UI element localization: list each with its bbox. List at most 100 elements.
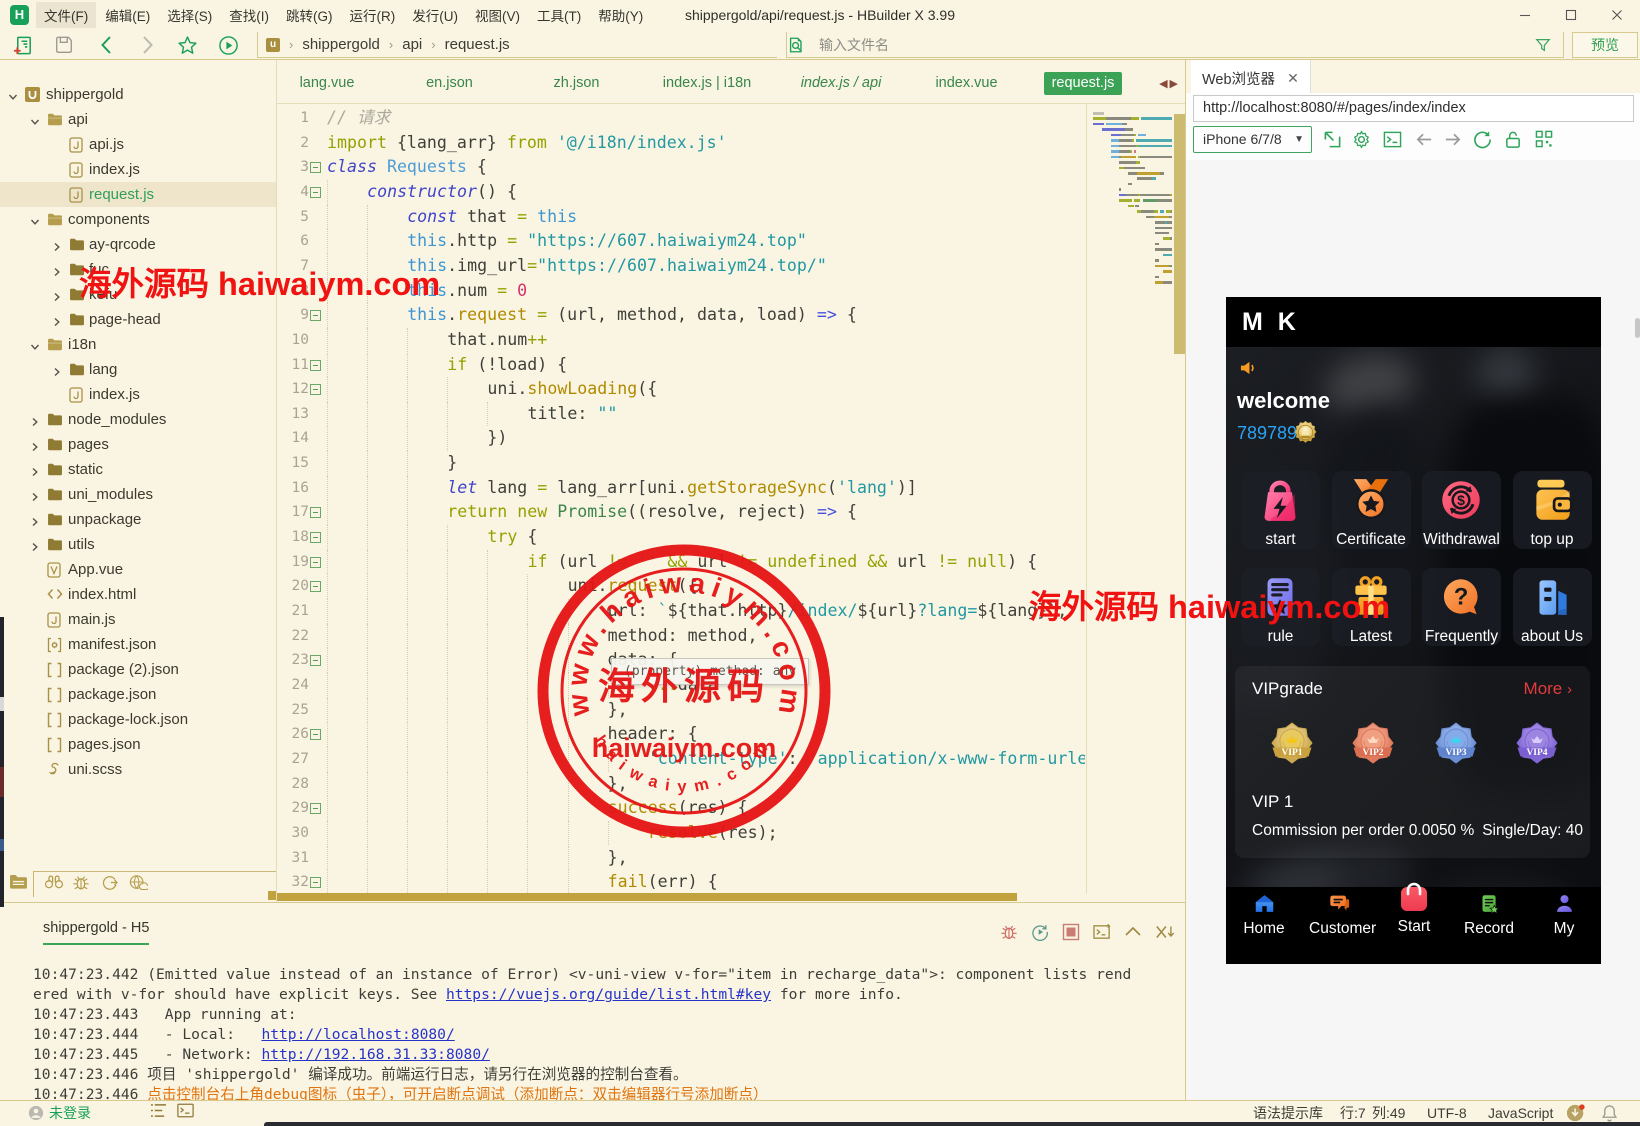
run-button[interactable] bbox=[216, 33, 240, 57]
editor-horizontal-scrollbar[interactable] bbox=[277, 892, 1186, 901]
open-external-icon[interactable] bbox=[1323, 130, 1342, 149]
menu-9[interactable]: 工具(T) bbox=[529, 2, 589, 28]
tree-item-api.js[interactable]: api.js bbox=[0, 132, 276, 157]
browser-tab-close-icon[interactable]: ✕ bbox=[1287, 70, 1299, 87]
breadcrumb-file[interactable]: request.js bbox=[445, 36, 510, 53]
browser-refresh-icon[interactable] bbox=[1473, 130, 1492, 149]
forward-button[interactable] bbox=[135, 33, 159, 57]
console-link[interactable]: https://vuejs.org/guide/list.html#key bbox=[446, 986, 771, 1003]
tree-item-package.json[interactable]: package.json bbox=[0, 682, 276, 707]
tree-item-page-head[interactable]: page-head bbox=[0, 307, 276, 332]
tree-item-unpackage[interactable]: unpackage bbox=[0, 507, 276, 532]
vip-more-link[interactable]: More › bbox=[1524, 679, 1572, 699]
login-status[interactable]: 未登录 bbox=[28, 1101, 91, 1126]
editor-tab-en.json[interactable]: en.json bbox=[412, 72, 487, 95]
nav-Customer[interactable]: Customer bbox=[1309, 893, 1376, 938]
tree-item-index.js[interactable]: index.js bbox=[0, 157, 276, 182]
grid-item-top-up[interactable]: top up bbox=[1512, 471, 1592, 549]
grid-item-Frequently[interactable]: ? Frequently bbox=[1422, 568, 1501, 646]
file-search-input[interactable]: 输入文件名 bbox=[786, 32, 1564, 58]
tree-item-pages.json[interactable]: pages.json bbox=[0, 732, 276, 757]
preview-button[interactable]: 预览 bbox=[1572, 32, 1638, 58]
tree-item-package-lock.json[interactable]: package-lock.json bbox=[0, 707, 276, 732]
console-debug-bug-icon[interactable] bbox=[1000, 923, 1018, 941]
editor-tab-request.js[interactable]: request.js bbox=[1044, 72, 1122, 95]
console-link[interactable]: http://localhost:8080/ bbox=[261, 1026, 454, 1043]
nav-Start[interactable]: Start bbox=[1384, 879, 1444, 936]
editor-tab-index.js___api[interactable]: index.js / api bbox=[791, 72, 891, 95]
qrcode-icon[interactable] bbox=[1535, 130, 1554, 149]
console-link[interactable]: http://192.168.31.33:8080/ bbox=[261, 1046, 489, 1063]
minimap[interactable] bbox=[1086, 104, 1172, 894]
editor-tab-zh.json[interactable]: zh.json bbox=[539, 72, 614, 95]
console-stop-icon[interactable] bbox=[1062, 923, 1080, 941]
menu-3[interactable]: 选择(S) bbox=[159, 2, 220, 28]
grid-item-Withdrawal[interactable]: $ Withdrawal bbox=[1422, 471, 1501, 549]
console-new-terminal-icon[interactable] bbox=[1093, 923, 1111, 941]
search-tab-binoculars-icon[interactable] bbox=[44, 874, 64, 894]
grid-item-about-Us[interactable]: about Us bbox=[1512, 568, 1592, 646]
filter-icon[interactable] bbox=[1535, 37, 1551, 53]
menu-7[interactable]: 发行(U) bbox=[404, 2, 466, 28]
tree-item-shippergold[interactable]: shippergold bbox=[0, 82, 276, 107]
panel-scrollbar-thumb[interactable] bbox=[1635, 318, 1640, 338]
tree-item-static[interactable]: static bbox=[0, 457, 276, 482]
editor-tab-index.js___i18n[interactable]: index.js | i18n bbox=[657, 72, 757, 95]
browser-forward-icon[interactable] bbox=[1443, 130, 1462, 149]
tree-item-package__2_.json[interactable]: package (2).json bbox=[0, 657, 276, 682]
menu-5[interactable]: 跳转(G) bbox=[278, 2, 341, 28]
tab-scroll-left-icon[interactable]: ◀ bbox=[1159, 78, 1169, 90]
minimize-button[interactable] bbox=[1502, 0, 1548, 30]
back-button[interactable] bbox=[95, 33, 119, 57]
nav-My[interactable]: My bbox=[1534, 893, 1594, 938]
editor-tab-index.vue[interactable]: index.vue bbox=[929, 72, 1004, 95]
grid-item-Certificate[interactable]: Certificate bbox=[1331, 471, 1411, 549]
debug-tab-bug-icon[interactable] bbox=[72, 874, 92, 894]
tree-item-uni_modules[interactable]: uni_modules bbox=[0, 482, 276, 507]
tab-scroll-right-icon[interactable]: ▶ bbox=[1170, 78, 1180, 90]
menu-1[interactable]: 文件(F) bbox=[36, 2, 97, 28]
console-tab[interactable]: shippergold - H5 bbox=[43, 920, 150, 945]
explorer-tab-folder-icon[interactable] bbox=[9, 874, 29, 894]
breadcrumb-folder[interactable]: api bbox=[402, 36, 422, 53]
tree-item-uni.scss[interactable]: uni.scss bbox=[0, 757, 276, 782]
tree-item-App.vue[interactable]: App.vue bbox=[0, 557, 276, 582]
tree-item-components[interactable]: components bbox=[0, 207, 276, 232]
terminal-status-icon[interactable] bbox=[177, 1101, 194, 1126]
url-input[interactable]: http://localhost:8080/#/pages/index/inde… bbox=[1193, 95, 1634, 122]
breadcrumb-project[interactable]: shippergold bbox=[302, 36, 380, 53]
refresh-tab-icon[interactable] bbox=[100, 874, 120, 894]
tree-item-utils[interactable]: utils bbox=[0, 532, 276, 557]
nav-Record[interactable]: Record bbox=[1459, 893, 1519, 938]
browser-back-icon[interactable] bbox=[1414, 130, 1433, 149]
tree-item-request.js[interactable]: request.js bbox=[0, 182, 276, 207]
console-collapse-icon[interactable] bbox=[1124, 923, 1142, 941]
outline-icon[interactable] bbox=[150, 1101, 167, 1126]
tree-item-api[interactable]: api bbox=[0, 107, 276, 132]
unlock-icon[interactable] bbox=[1504, 130, 1523, 149]
console-terminal-icon[interactable] bbox=[1383, 130, 1402, 149]
tree-item-pages[interactable]: pages bbox=[0, 432, 276, 457]
console-clear-icon[interactable] bbox=[1155, 923, 1175, 941]
web-tab-globe-icon[interactable] bbox=[128, 874, 150, 894]
menu-2[interactable]: 编辑(E) bbox=[97, 2, 158, 28]
menu-8[interactable]: 视图(V) bbox=[467, 2, 528, 28]
save-button[interactable] bbox=[52, 33, 76, 57]
tree-item-ay-qrcode[interactable]: ay-qrcode bbox=[0, 232, 276, 257]
tree-item-index.html[interactable]: index.html bbox=[0, 582, 276, 607]
close-button[interactable] bbox=[1594, 0, 1640, 30]
tree-item-main.js[interactable]: main.js bbox=[0, 607, 276, 632]
nav-Home[interactable]: Home bbox=[1234, 893, 1294, 938]
tree-item-lang[interactable]: lang bbox=[0, 357, 276, 382]
browser-tab[interactable]: Web浏览器 ✕ bbox=[1191, 60, 1311, 96]
tree-item-node_modules[interactable]: node_modules bbox=[0, 407, 276, 432]
console-restart-icon[interactable] bbox=[1031, 923, 1049, 941]
menu-6[interactable]: 运行(R) bbox=[342, 2, 404, 28]
editor-tab-lang.vue[interactable]: lang.vue bbox=[287, 72, 367, 95]
tree-item-manifest.json[interactable]: manifest.json bbox=[0, 632, 276, 657]
grid-item-start[interactable]: start bbox=[1241, 471, 1320, 549]
tree-item-index.js[interactable]: index.js bbox=[0, 382, 276, 407]
device-select[interactable]: iPhone 6/7/8 ▼ bbox=[1193, 126, 1312, 153]
maximize-button[interactable] bbox=[1548, 0, 1594, 30]
settings-gear-icon[interactable] bbox=[1352, 130, 1371, 149]
